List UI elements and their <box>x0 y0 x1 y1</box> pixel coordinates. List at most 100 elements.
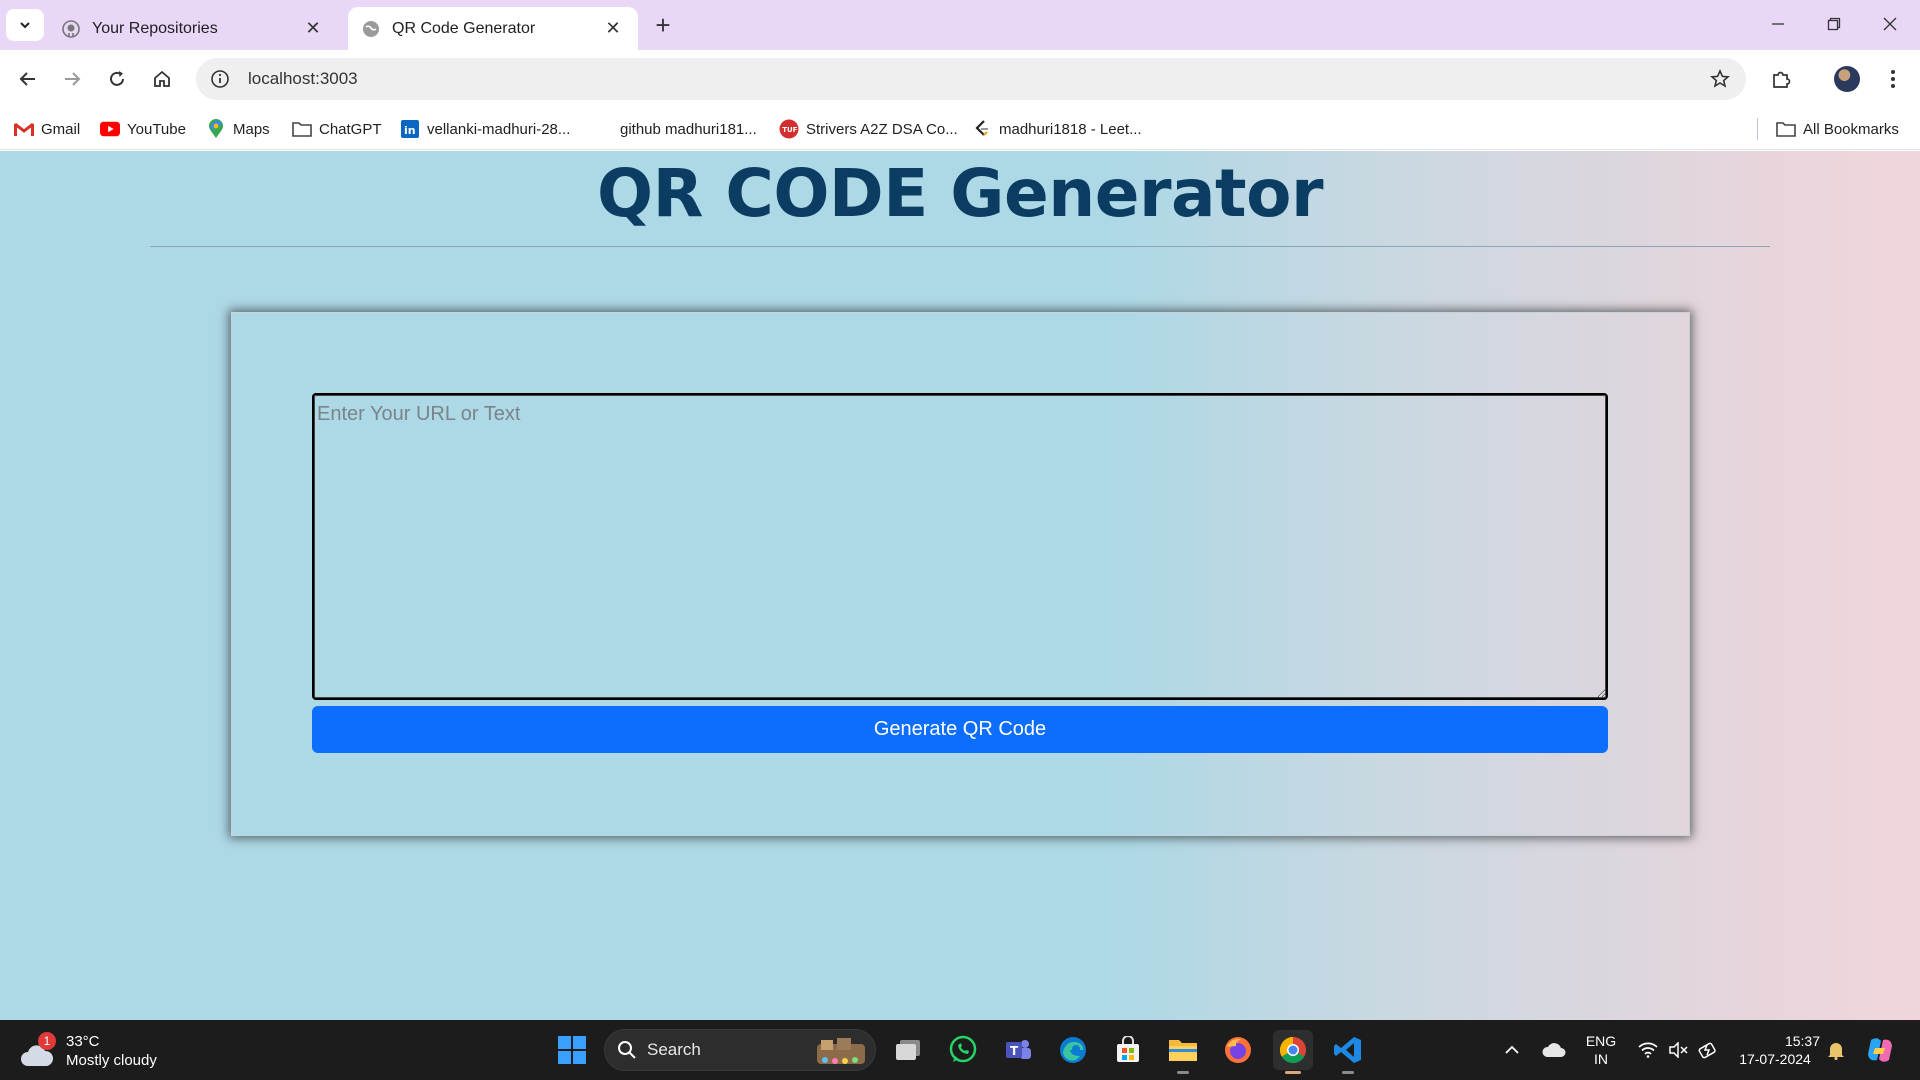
cloud-icon: 1 <box>20 1032 56 1066</box>
vscode-icon <box>1334 1037 1361 1063</box>
taskbar-teams[interactable]: T <box>998 1030 1038 1070</box>
bookmarks-divider <box>1757 118 1758 140</box>
tab-strip: Your Repositories ✕ QR Code Generator ✕ … <box>0 0 1920 50</box>
arrow-right-icon <box>65 72 81 86</box>
notifications-button[interactable] <box>1822 1028 1850 1072</box>
tab-title: QR Code Generator <box>392 19 536 37</box>
bookmark-strivers[interactable]: TUF Strivers A2Z DSA Co... <box>779 116 958 142</box>
store-icon <box>1117 1036 1139 1062</box>
running-indicator <box>1342 1071 1354 1074</box>
close-tab-icon[interactable]: ✕ <box>302 18 324 40</box>
taskbar-firefox[interactable] <box>1218 1030 1258 1070</box>
svg-text:TUF: TUF <box>782 126 797 134</box>
taskbar-vscode[interactable] <box>1328 1030 1368 1074</box>
taskbar-task-view[interactable] <box>888 1030 928 1070</box>
reload-button[interactable] <box>99 62 135 96</box>
leetcode-icon <box>972 119 992 139</box>
svg-text:in: in <box>404 124 416 137</box>
svg-text:T: T <box>1010 1044 1019 1058</box>
search-label: Search <box>647 1040 701 1059</box>
puzzle-icon <box>1773 71 1791 88</box>
tuf-icon: TUF <box>779 119 799 139</box>
weather-widget[interactable]: 1 33°C Mostly cloudy <box>20 1029 157 1073</box>
teams-icon: T <box>1006 1040 1031 1059</box>
onedrive-button[interactable] <box>1538 1028 1570 1072</box>
battery-charging-icon <box>1698 1042 1716 1059</box>
language-indicator[interactable]: ENG IN <box>1578 1028 1624 1072</box>
battery-button[interactable] <box>1694 1028 1722 1072</box>
bookmark-maps[interactable]: Maps <box>206 116 270 142</box>
edge-icon <box>1060 1037 1086 1063</box>
github-icon <box>62 19 80 38</box>
site-info-icon[interactable] <box>208 67 232 91</box>
generate-qr-button[interactable]: Generate QR Code <box>312 706 1608 753</box>
taskbar-file-explorer[interactable] <box>1163 1030 1203 1074</box>
bookmark-leetcode[interactable]: madhuri1818 - Leet... <box>972 116 1142 142</box>
forward-button[interactable] <box>54 62 90 96</box>
taskbar-whatsapp[interactable] <box>943 1030 983 1070</box>
start-button[interactable] <box>552 1030 592 1070</box>
tab-search-button[interactable] <box>6 9 44 41</box>
page-title: QR CODE Generator <box>596 155 1324 232</box>
bookmark-label: madhuri1818 - Leet... <box>999 120 1142 138</box>
region-code: IN <box>1594 1051 1608 1067</box>
onedrive-icon <box>1542 1043 1566 1057</box>
chevron-up-icon <box>1505 1045 1519 1054</box>
tab-qr-code-generator[interactable]: QR Code Generator ✕ <box>348 7 638 50</box>
search-highlight-icon <box>817 1038 865 1064</box>
browser-menu-button[interactable] <box>1875 62 1911 96</box>
taskbar-store[interactable] <box>1108 1030 1148 1070</box>
profile-button[interactable] <box>1829 62 1865 96</box>
bookmark-linkedin[interactable]: in vellanki-madhuri-28... <box>400 116 570 142</box>
new-tab-button[interactable]: + <box>648 10 678 40</box>
copilot-button[interactable] <box>1862 1028 1898 1072</box>
minimize-icon[interactable] <box>1758 8 1798 40</box>
bookmark-label: vellanki-madhuri-28... <box>427 120 571 138</box>
chevron-down-icon <box>20 22 30 29</box>
language-code: ENG <box>1585 1033 1617 1049</box>
bookmark-gmail[interactable]: Gmail <box>14 116 80 142</box>
bookmark-github[interactable]: github madhuri181... <box>620 116 757 142</box>
all-bookmarks-button[interactable]: All Bookmarks <box>1776 116 1899 142</box>
close-tab-icon[interactable]: ✕ <box>602 18 624 40</box>
bookmark-label: github madhuri181... <box>620 120 757 138</box>
windows-icon <box>558 1036 586 1064</box>
taskbar-edge[interactable] <box>1053 1030 1093 1070</box>
running-indicator <box>1177 1071 1189 1074</box>
folder-icon <box>1169 1040 1197 1061</box>
bookmark-folder-chatgpt[interactable]: ChatGPT <box>292 116 382 142</box>
url-text-input[interactable] <box>312 393 1608 700</box>
folder-icon <box>292 119 312 139</box>
bookmark-star-icon[interactable] <box>1708 67 1732 91</box>
close-window-icon[interactable] <box>1870 8 1910 40</box>
linkedin-icon: in <box>400 119 420 139</box>
home-button[interactable] <box>144 62 180 96</box>
title-divider <box>150 246 1770 247</box>
bookmark-youtube[interactable]: YouTube <box>100 116 186 142</box>
clock[interactable]: 15:37 17-07-2024 <box>1730 1028 1820 1072</box>
wifi-icon <box>1638 1042 1658 1058</box>
restore-icon[interactable] <box>1814 8 1854 40</box>
search-icon <box>618 1041 636 1059</box>
bell-icon <box>1828 1043 1844 1060</box>
url-text: localhost:3003 <box>248 69 358 88</box>
extensions-button[interactable] <box>1763 62 1799 96</box>
firefox-icon <box>1225 1037 1251 1063</box>
network-button[interactable] <box>1634 1028 1662 1072</box>
back-button[interactable] <box>10 62 46 96</box>
bookmark-label: Gmail <box>41 120 81 138</box>
show-hidden-icons-button[interactable] <box>1498 1028 1526 1072</box>
weather-condition: Mostly cloudy <box>66 1052 157 1069</box>
bookmark-label: ChatGPT <box>319 120 382 138</box>
volume-button[interactable] <box>1664 1028 1692 1072</box>
tab-your-repositories[interactable]: Your Repositories ✕ <box>48 7 338 50</box>
folder-icon <box>1776 119 1796 139</box>
clock-time: 15:37 <box>1784 1033 1820 1049</box>
taskbar-search[interactable]: Search <box>604 1029 876 1071</box>
active-indicator <box>1285 1071 1301 1074</box>
more-vertical-icon <box>1891 70 1895 88</box>
chrome-icon <box>1279 1036 1306 1064</box>
address-bar[interactable]: localhost:3003 <box>196 58 1746 100</box>
gmail-icon <box>14 119 34 139</box>
taskbar-chrome[interactable] <box>1273 1030 1313 1074</box>
